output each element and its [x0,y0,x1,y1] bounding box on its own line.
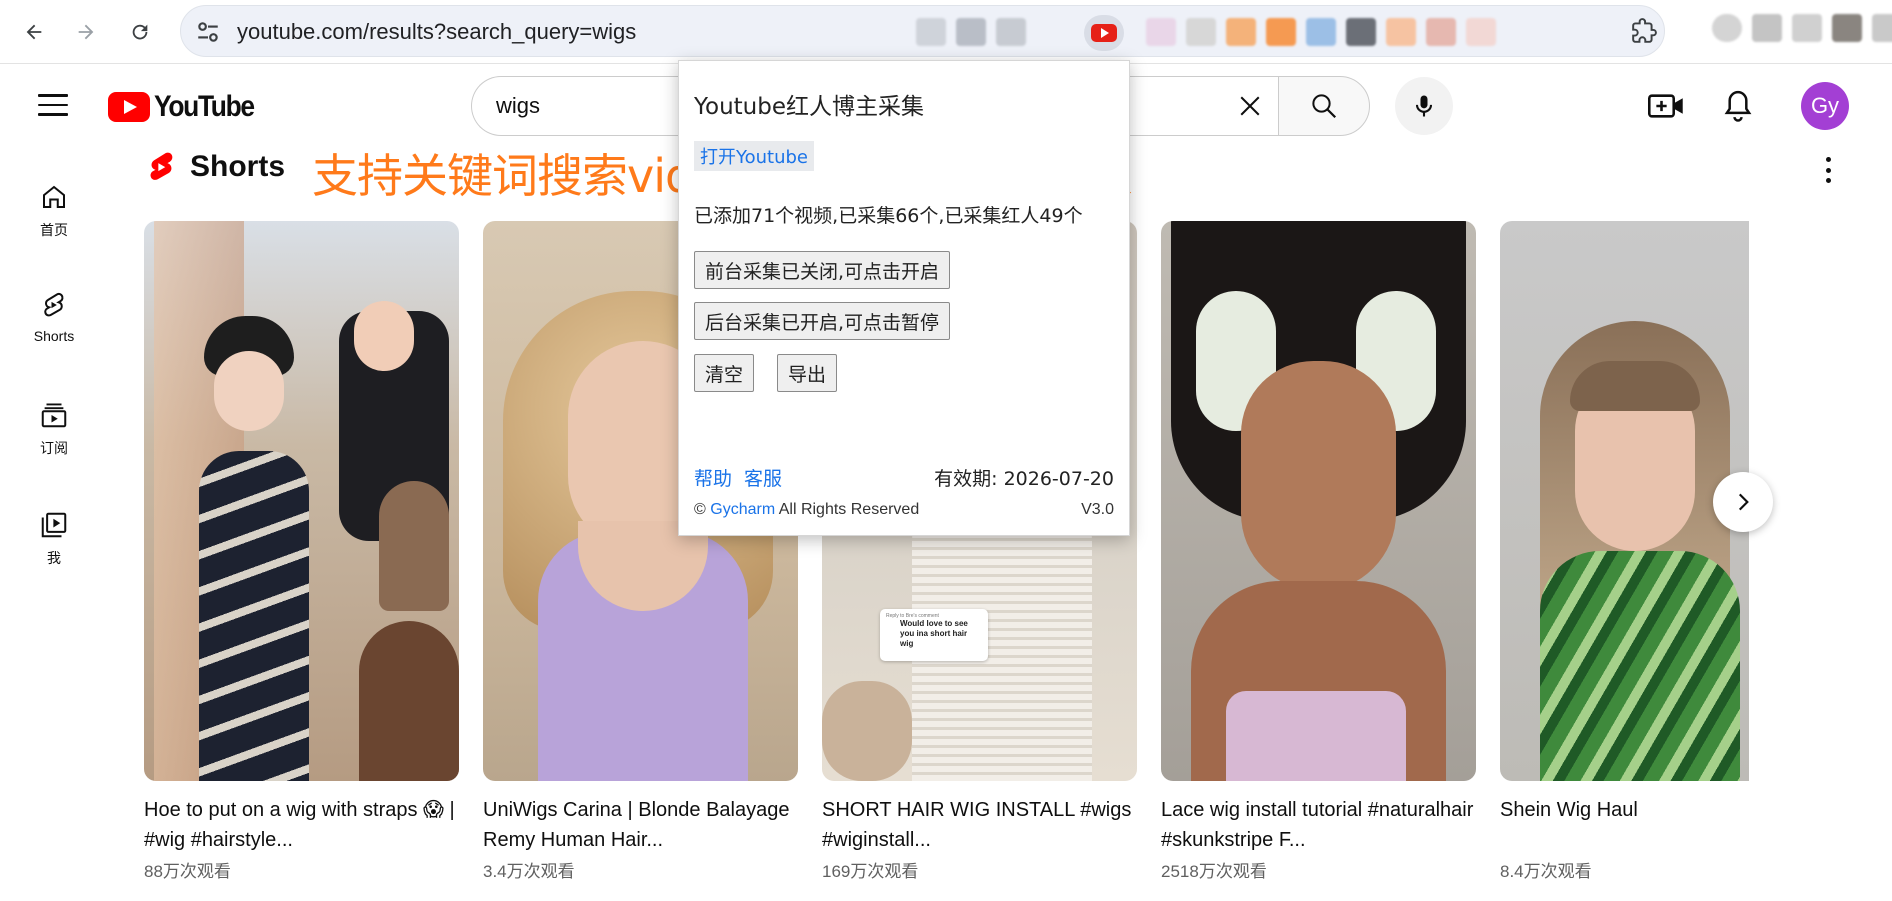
comment-reply-sticker: Reply to Bre's comment Would love to see… [880,609,988,661]
youtube-play-icon [108,92,150,122]
clear-button[interactable]: 清空 [694,354,755,392]
guide-label-subscriptions: 订阅 [40,440,68,456]
extensions-puzzle-icon[interactable] [1631,18,1657,44]
create-video-icon[interactable] [1648,90,1684,122]
avatar[interactable]: Gy [1801,82,1849,130]
browser-toolbar: youtube.com/results?search_query=wigs [0,0,1892,64]
short-title[interactable]: Shein Wig Haul [1500,795,1749,855]
short-title[interactable]: SHORT HAIR WIG INSTALL #wigs #wiginstall… [822,795,1137,855]
screen: youtube.com/results?search_query=wigs Yo… [0,0,1892,901]
short-thumbnail[interactable] [144,221,459,781]
brand-link[interactable]: Gycharm [710,501,775,518]
search-icon [1312,94,1337,119]
comment-text: Would love to see you ina short hair wig [900,619,968,648]
guide-label-shorts: Shorts [33,328,75,344]
version-label: V3.0 [1081,501,1114,518]
copyright: © Gycharm All Rights Reserved [694,501,919,519]
short-card[interactable]: Hoe to put on a wig with straps 😱 | #wig… [144,221,459,882]
guide-item-shorts[interactable]: Shorts [14,290,94,344]
guide-label-you: 我 [47,550,61,566]
copyright-text: All Rights Reserved [778,501,920,518]
search-button[interactable] [1278,76,1370,136]
subscriptions-icon [41,403,67,428]
shelf-next-button[interactable] [1713,472,1773,532]
search-query[interactable]: wigs [496,93,540,119]
reload-icon[interactable] [120,12,160,52]
shorts-icon [44,292,64,317]
extension-youtube-icon[interactable] [1084,15,1124,51]
youtube-logo-text: YouTube [154,90,255,123]
collection-stats: 已添加71个视频,已采集66个,已采集红人49个 [694,205,1083,227]
guide-menu-icon[interactable] [38,94,68,116]
export-button[interactable]: 导出 [777,354,838,392]
shorts-shelf-title: Shorts [190,150,286,183]
short-thumbnail[interactable] [1161,221,1476,781]
back-icon[interactable] [14,12,54,52]
short-views: 8.4万次观看 [1500,862,1592,881]
microphone-icon [1415,95,1433,117]
chevron-right-icon [1738,493,1749,511]
open-youtube-link[interactable]: 打开Youtube [694,141,814,171]
extension-popup: Youtube红人博主采集 打开Youtube 已添加71个视频,已采集66个,… [678,60,1130,536]
short-title[interactable]: Lace wig install tutorial #naturalhair #… [1161,795,1476,855]
guide-item-you[interactable]: 我 [14,510,94,568]
license-validity: 有效期: 2026-07-20 [934,468,1114,490]
guide-label-home: 首页 [40,222,68,238]
more-options-icon[interactable] [1826,157,1832,183]
short-card[interactable]: Shein Wig Haul 8.4万次观看 [1500,221,1749,882]
shorts-logo-icon [150,152,173,180]
home-icon [43,185,65,208]
foreground-collect-toggle[interactable]: 前台采集已关闭,可点击开启 [694,251,951,289]
background-collect-toggle[interactable]: 后台采集已开启,可点击暂停 [694,302,951,340]
copyright-symbol: © [694,501,706,518]
popup-title: Youtube红人博主采集 [694,94,924,120]
you-icon [41,512,67,538]
short-thumbnail[interactable] [1500,221,1749,781]
guide-item-home[interactable]: 首页 [14,182,94,240]
address-bar[interactable]: youtube.com/results?search_query=wigs [180,5,1665,57]
youtube-logo[interactable]: YouTube [108,90,267,124]
blurred-extension-icons [916,18,1026,46]
clear-search-icon[interactable] [1232,88,1268,124]
blurred-extension-icons-2 [1146,18,1496,46]
short-title[interactable]: UniWigs Carina | Blonde Balayage Remy Hu… [483,795,798,855]
address-url[interactable]: youtube.com/results?search_query=wigs [237,19,636,45]
forward-icon[interactable] [66,12,106,52]
voice-search-button[interactable] [1395,77,1453,135]
short-views: 169万次观看 [822,862,919,881]
short-views: 3.4万次观看 [483,862,575,881]
short-title[interactable]: Hoe to put on a wig with straps 😱 | #wig… [144,795,459,855]
short-card[interactable]: Lace wig install tutorial #naturalhair #… [1161,221,1476,882]
short-views: 88万次观看 [144,862,231,881]
help-link[interactable]: 帮助 [694,464,732,491]
blurred-profile-icons [1712,14,1892,42]
short-views: 2518万次观看 [1161,862,1267,881]
notifications-bell-icon[interactable] [1721,88,1755,124]
customer-service-link[interactable]: 客服 [744,464,782,491]
guide-item-subscriptions[interactable]: 订阅 [14,400,94,458]
site-settings-icon[interactable] [195,19,221,45]
shorts-shelf-header: Shorts [146,150,285,184]
